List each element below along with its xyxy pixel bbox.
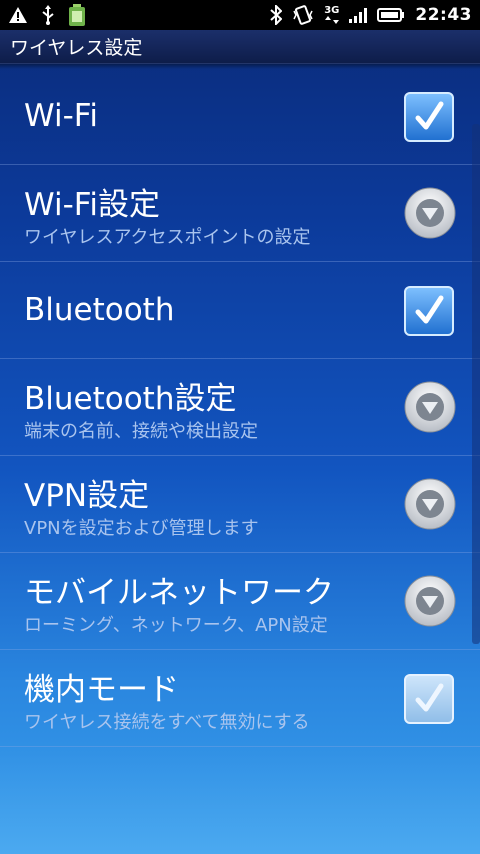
chevron-down-icon[interactable] bbox=[404, 575, 456, 627]
wifi-checkbox[interactable] bbox=[404, 92, 454, 142]
setting-airplane-mode[interactable]: 機内モード ワイヤレス接続をすべて無効にする bbox=[0, 650, 480, 747]
setting-summary: ワイヤレス接続をすべて無効にする bbox=[24, 712, 310, 733]
chevron-down-icon[interactable] bbox=[404, 187, 456, 239]
vibrate-icon bbox=[292, 4, 314, 26]
usb-icon bbox=[40, 4, 56, 26]
chevron-down-icon[interactable] bbox=[404, 478, 456, 530]
network-3g-icon: 3G bbox=[324, 4, 339, 26]
setting-wifi[interactable]: Wi-Fi bbox=[0, 68, 480, 165]
airplane-mode-checkbox[interactable] bbox=[404, 674, 454, 724]
status-bar: 3G 22:43 bbox=[0, 0, 480, 30]
setting-title: VPN設定 bbox=[24, 478, 150, 514]
scrollbar[interactable] bbox=[472, 124, 480, 644]
setting-summary: ワイヤレスアクセスポイントの設定 bbox=[24, 227, 311, 248]
setting-title: 機内モード bbox=[24, 672, 179, 708]
battery-app-icon bbox=[68, 4, 86, 26]
setting-bluetooth-settings[interactable]: Bluetooth設定 端末の名前、接続や検出設定 bbox=[0, 359, 480, 456]
setting-vpn-settings[interactable]: VPN設定 VPNを設定および管理します bbox=[0, 456, 480, 553]
setting-title: Wi-Fi bbox=[24, 98, 98, 134]
setting-title: モバイルネットワーク bbox=[24, 575, 334, 611]
battery-icon bbox=[377, 4, 405, 26]
background-decoration bbox=[0, 744, 480, 854]
setting-bluetooth[interactable]: Bluetooth bbox=[0, 262, 480, 359]
setting-summary: 端末の名前、接続や検出設定 bbox=[24, 421, 258, 442]
network-type-label: 3G bbox=[324, 5, 340, 16]
clock: 22:43 bbox=[415, 5, 472, 25]
title-bar: ワイヤレス設定 bbox=[0, 30, 480, 69]
setting-mobile-network[interactable]: モバイルネットワーク ローミング、ネットワーク、APN設定 bbox=[0, 553, 480, 650]
setting-title: Bluetooth bbox=[24, 292, 175, 328]
setting-summary: ローミング、ネットワーク、APN設定 bbox=[24, 615, 328, 636]
signal-icon bbox=[349, 4, 368, 26]
bluetooth-icon bbox=[270, 4, 283, 26]
settings-list: Wi-Fi Wi-Fi設定 ワイヤレスアクセスポイントの設定 Bluetooth bbox=[0, 68, 480, 747]
warning-icon bbox=[8, 4, 28, 26]
setting-title: Wi-Fi設定 bbox=[24, 187, 160, 223]
setting-summary: VPNを設定および管理します bbox=[24, 518, 259, 539]
setting-wifi-settings[interactable]: Wi-Fi設定 ワイヤレスアクセスポイントの設定 bbox=[0, 165, 480, 262]
bluetooth-checkbox[interactable] bbox=[404, 286, 454, 336]
chevron-down-icon[interactable] bbox=[404, 381, 456, 433]
setting-title: Bluetooth設定 bbox=[24, 381, 237, 417]
page-title: ワイヤレス設定 bbox=[10, 37, 143, 59]
